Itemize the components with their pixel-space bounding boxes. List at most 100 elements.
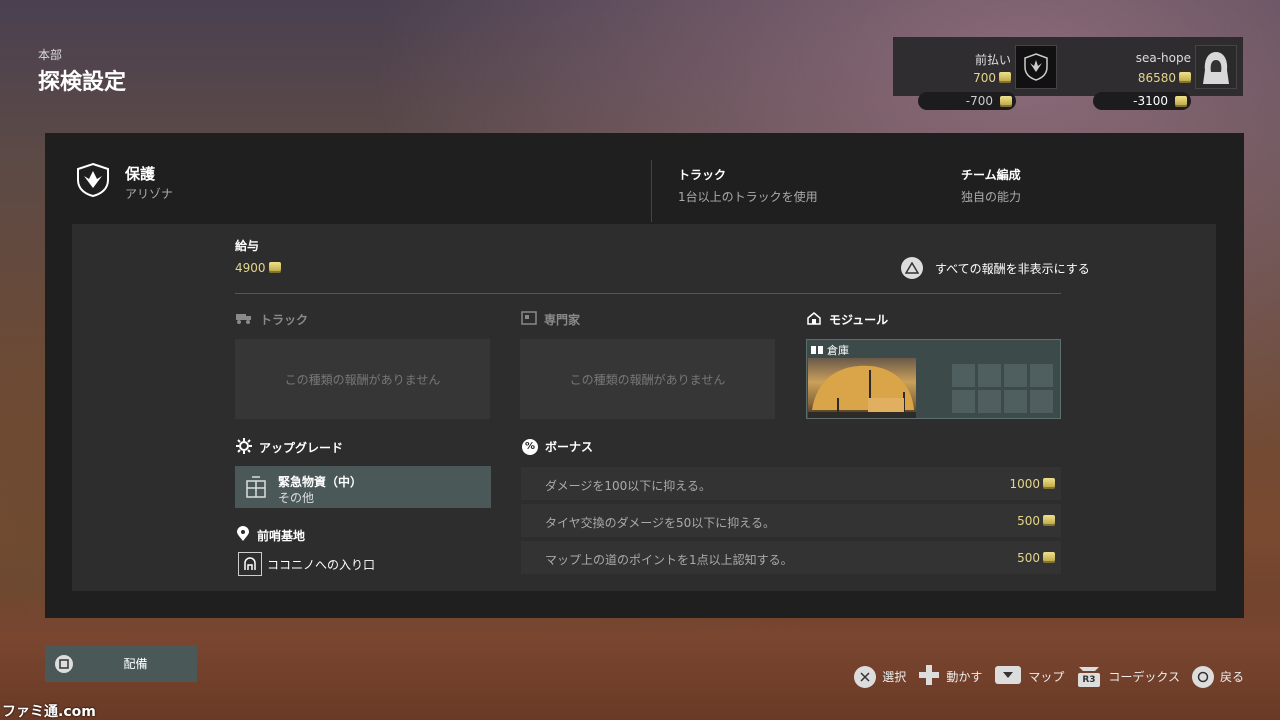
upgrade-label: アップグレード — [259, 441, 344, 455]
module-card[interactable]: 倉庫 — [806, 339, 1061, 419]
upgrade-item-sub: その他 — [278, 491, 315, 505]
module-reward-label: モジュール — [829, 313, 889, 327]
outpost-label: 前哨基地 — [257, 529, 306, 543]
module-slot — [1030, 390, 1053, 413]
requirement-title: チーム編成 — [961, 168, 1021, 182]
bonus-row: タイヤ交換のダメージを50以下に抑える。 500 — [521, 504, 1061, 537]
prompt-select-label: 選択 — [882, 670, 907, 684]
circle-button-icon — [1191, 665, 1214, 688]
prompt-map[interactable]: マップ — [994, 665, 1064, 688]
coin-icon — [999, 72, 1011, 83]
module-slot — [1030, 364, 1053, 387]
cross-button-icon — [854, 665, 877, 688]
truck-reward-label: トラック — [260, 313, 309, 327]
module-slot — [952, 364, 975, 387]
outpost-header: 前哨基地 — [236, 526, 305, 545]
shield-icon — [76, 162, 110, 202]
coin-icon — [1175, 95, 1187, 107]
page-title: 探検設定 — [38, 70, 127, 95]
prompt-map-label: マップ — [1028, 670, 1065, 684]
prompt-move[interactable]: 動かす — [918, 664, 982, 689]
outpost-gate-icon — [238, 552, 262, 576]
truck-reward-header: トラック — [235, 311, 308, 328]
prepay-name: 前払い — [974, 53, 1011, 67]
specialist-reward-label: 専門家 — [544, 313, 581, 327]
location-pin-icon — [236, 526, 250, 545]
bonus-row: ダメージを100以下に抑える。 1000 — [521, 467, 1061, 500]
bonus-text: マップ上の道のポイントを1点以上認知する。 — [545, 553, 793, 567]
coin-icon — [268, 262, 281, 273]
percent-icon: % — [522, 438, 538, 455]
prompt-move-label: 動かす — [946, 670, 983, 684]
tent-image — [808, 358, 916, 418]
bonus-value: 500 — [1017, 514, 1055, 528]
module-slots — [952, 364, 1053, 413]
gear-icon — [236, 438, 252, 457]
hide-rewards-toggle[interactable]: すべての報酬を非表示にする — [901, 257, 1090, 279]
deploy-label: 配備 — [123, 657, 148, 671]
coin-icon — [1043, 478, 1055, 489]
upgrade-item-title: 緊急物資（中） — [278, 475, 363, 489]
specialist-reward-header: 専門家 — [521, 311, 580, 328]
requirement-desc: 独自の能力 — [961, 190, 1022, 204]
page-header: 本部 探検設定 — [38, 46, 126, 96]
prompt-codex-label: コーデックス — [1108, 670, 1180, 684]
upgrade-item[interactable]: 緊急物資（中） その他 — [235, 466, 491, 508]
r3-label: R3 — [1082, 674, 1096, 685]
prompt-back[interactable]: 戻る — [1191, 665, 1244, 688]
coin-icon — [1043, 515, 1055, 526]
hide-rewards-label: すべての報酬を非表示にする — [935, 261, 1090, 276]
module-slot — [1004, 390, 1027, 413]
touchpad-icon — [994, 665, 1022, 688]
prompt-select[interactable]: 選択 — [854, 665, 907, 688]
storage-icon — [811, 344, 823, 357]
prompt-codex[interactable]: R3 コーデックス — [1076, 666, 1180, 688]
requirement-title: トラック — [678, 168, 727, 182]
square-button-icon — [45, 645, 82, 682]
button-prompts: 選択 動かす マップ R3 コーデックス 戻る — [854, 664, 1244, 689]
module-slot — [1004, 364, 1027, 387]
salary-label: 給与 — [235, 239, 260, 253]
triangle-button-icon — [901, 257, 923, 279]
r3-button-icon: R3 — [1076, 666, 1102, 688]
player-slot: sea-hope 86580 — [1065, 37, 1243, 96]
prepay-slot: 前払い 700 — [893, 37, 1063, 96]
avatar — [1195, 45, 1237, 89]
bonus-value: 1000 — [1009, 477, 1055, 491]
truck-icon — [235, 312, 253, 327]
player-name: sea-hope — [1135, 51, 1191, 65]
bonus-value: 500 — [1017, 551, 1055, 565]
module-slot — [952, 390, 975, 413]
bonus-text: タイヤ交換のダメージを50以下に抑える。 — [545, 516, 775, 530]
requirement-team: チーム編成 独自の能力 — [961, 166, 1021, 205]
bonus-header: % ボーナス — [522, 438, 593, 455]
salary-value: 4900 — [235, 261, 281, 275]
bonus-text: ダメージを100以下に抑える。 — [545, 479, 711, 493]
dpad-icon — [918, 664, 940, 689]
module-item-name: 倉庫 — [827, 344, 849, 357]
divider — [651, 160, 652, 222]
module-slot — [978, 364, 1001, 387]
watermark: ファミ通.com — [2, 704, 96, 720]
coin-icon — [1179, 72, 1191, 83]
module-icon — [806, 311, 822, 328]
outpost-item: ココニノへの入り口 — [238, 552, 375, 576]
prepay-delta: -700 — [918, 92, 1016, 110]
prompt-back-label: 戻る — [1219, 670, 1244, 684]
divider — [235, 293, 1061, 294]
prepay-emblem-icon — [1015, 45, 1057, 89]
truck-reward-empty: この種類の報酬がありません — [235, 339, 490, 419]
module-reward-header: モジュール — [806, 311, 888, 328]
deploy-button[interactable]: 配備 — [45, 645, 197, 682]
supply-crate-icon — [246, 476, 266, 502]
requirement-desc: 1台以上のトラックを使用 — [678, 190, 818, 204]
prepay-value: 700 — [973, 71, 1011, 85]
module-card-label: 倉庫 — [811, 342, 849, 358]
module-slot — [978, 390, 1001, 413]
player-money: 86580 — [1138, 71, 1191, 85]
specialist-reward-empty: この種類の報酬がありません — [520, 339, 775, 419]
contract-location: アリゾナ — [125, 187, 174, 201]
section-label: 本部 — [38, 48, 63, 62]
coin-icon — [1000, 95, 1012, 107]
player-delta: -3100 — [1093, 92, 1191, 110]
